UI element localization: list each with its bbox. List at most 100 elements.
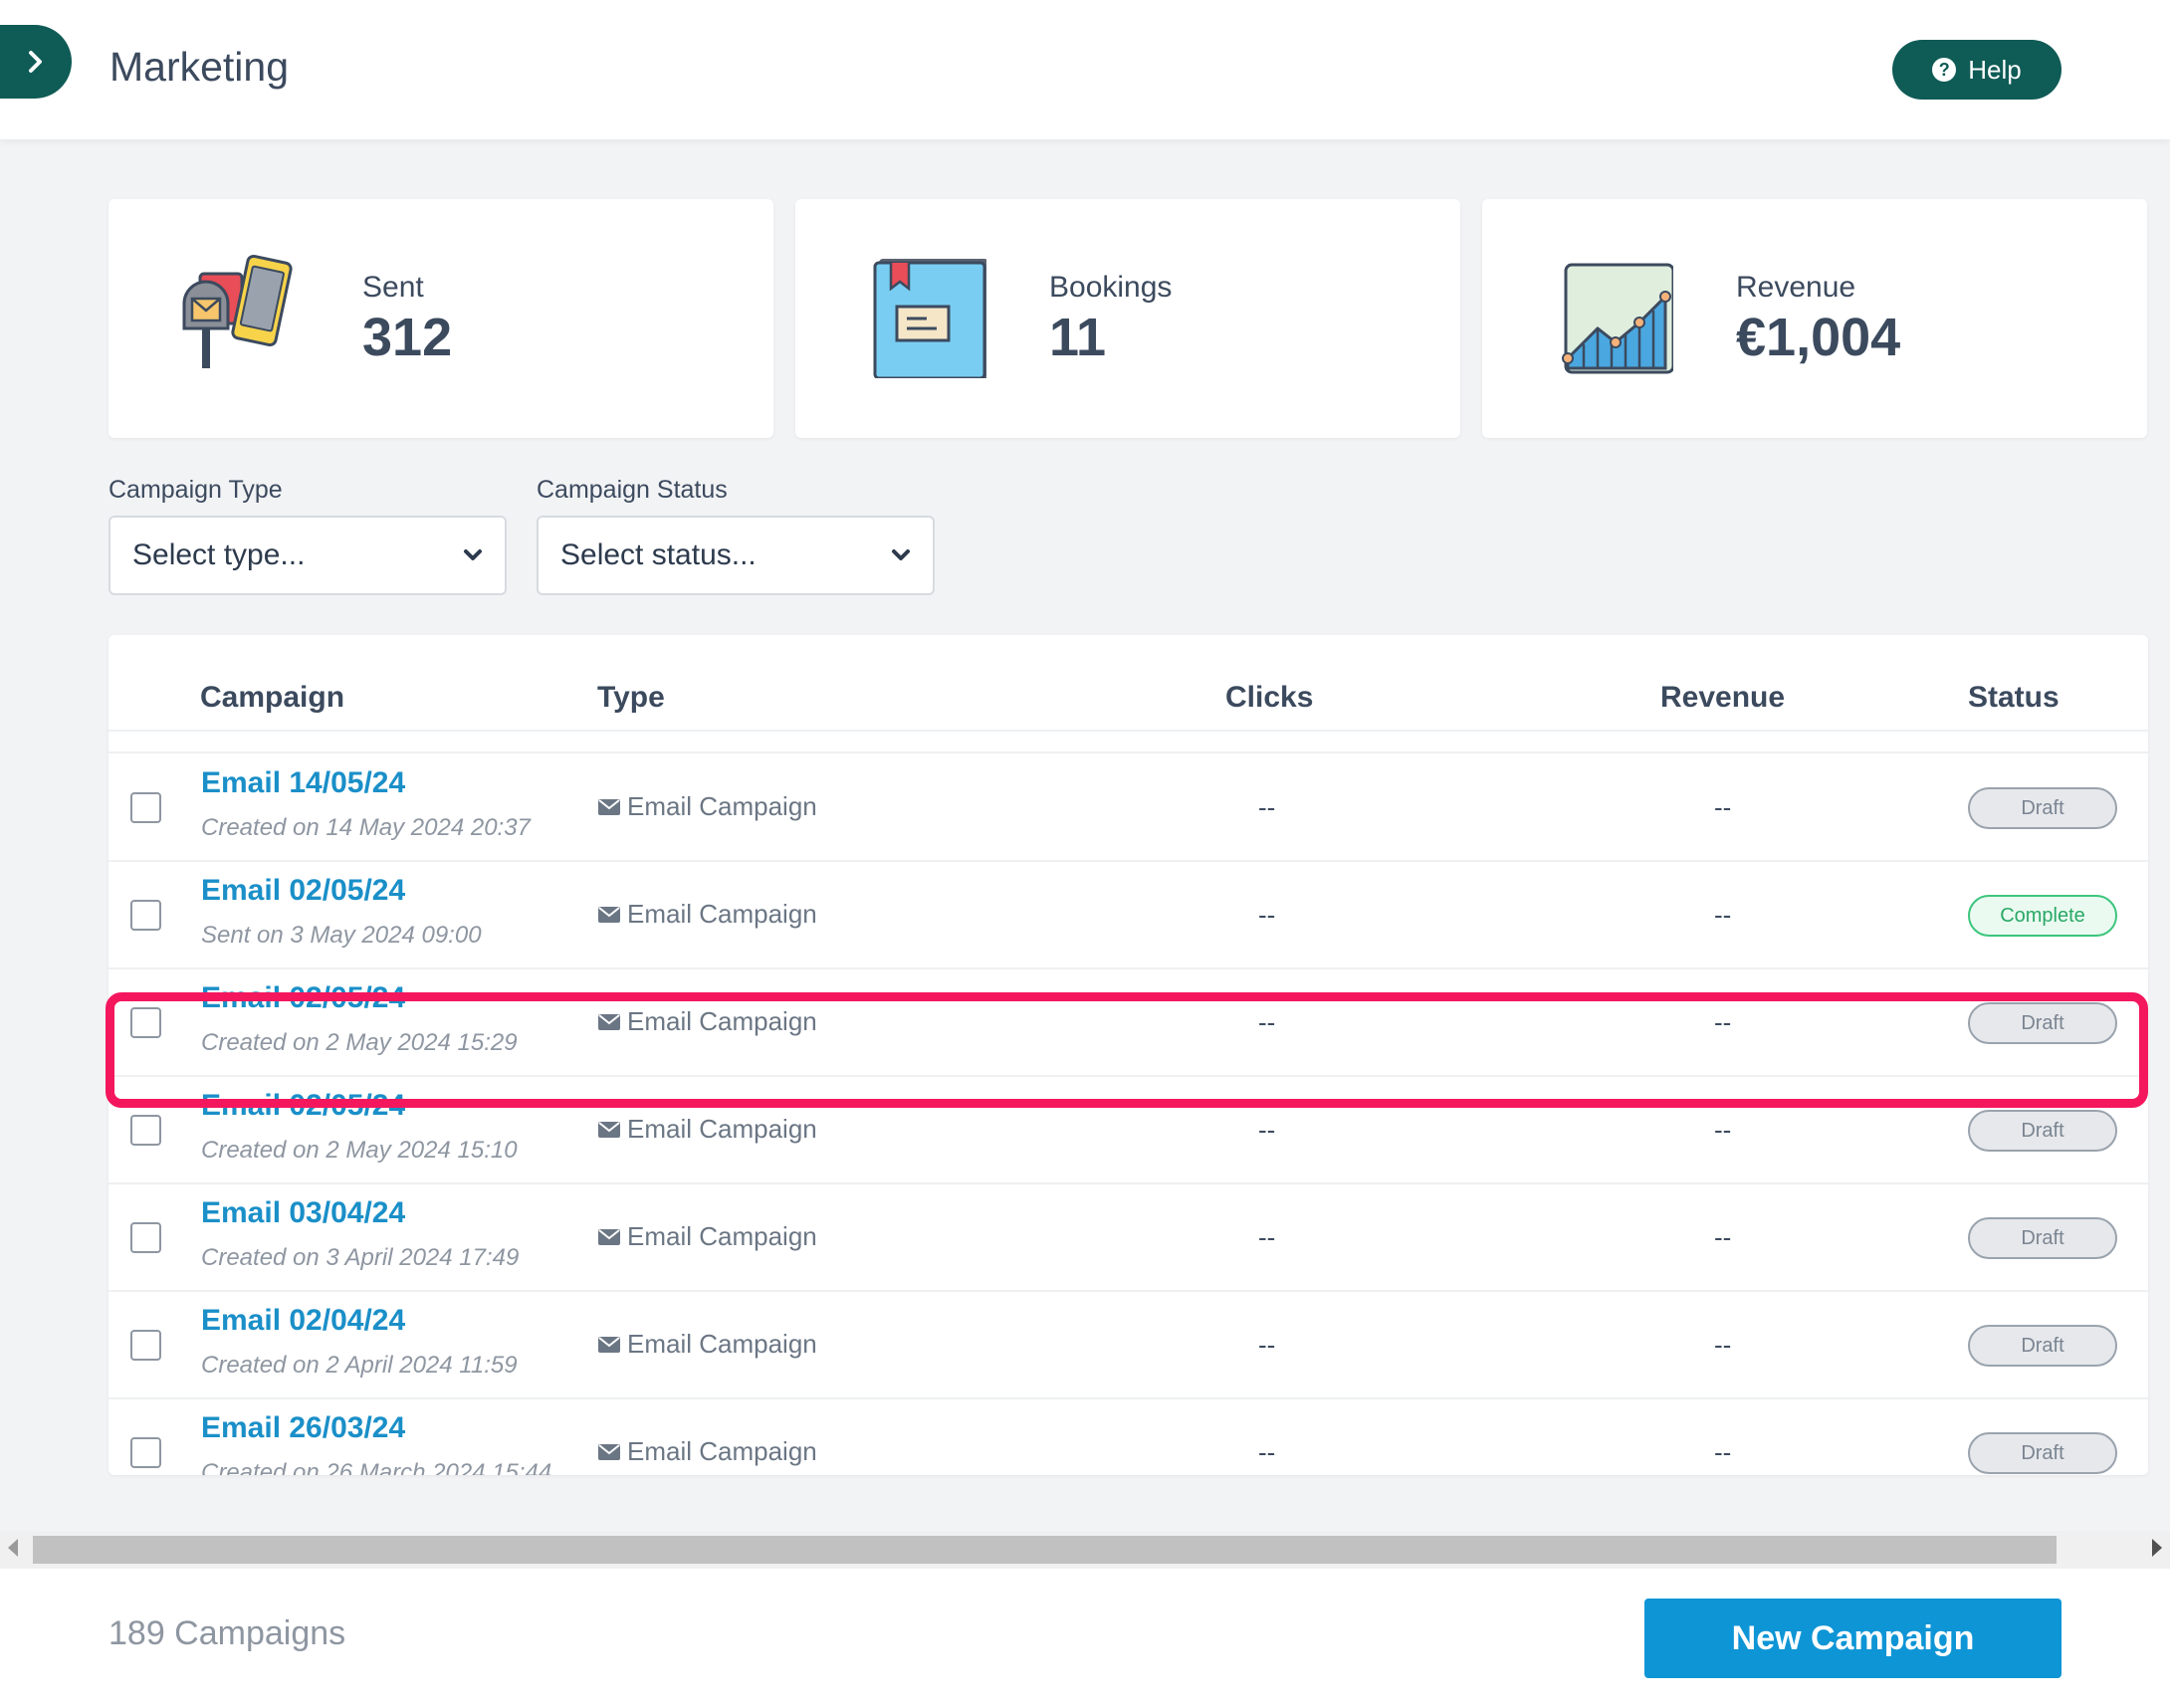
revenue-chart-icon: [1562, 263, 1673, 374]
mailbox-phone-icon: [182, 254, 293, 368]
campaign-type-text: Email Campaign: [627, 791, 817, 821]
table-row[interactable]: Email 03/04/24 Created on 3 April 2024 17…: [108, 1184, 2148, 1292]
column-header-type[interactable]: Type: [597, 681, 665, 715]
campaign-date: Created on 3 April 2024 17:49: [201, 1244, 520, 1271]
campaign-clicks: --: [1258, 792, 1276, 822]
campaign-date: Sent on 3 May 2024 09:00: [201, 922, 482, 949]
campaign-type: Email Campaign: [597, 1006, 817, 1037]
row-checkbox[interactable]: [130, 1330, 161, 1361]
campaign-clicks: --: [1258, 900, 1276, 930]
campaign-name-link[interactable]: Email 02/05/24: [201, 1089, 405, 1123]
campaign-name-link[interactable]: Email 03/04/24: [201, 1196, 405, 1230]
campaign-type: Email Campaign: [597, 1114, 817, 1145]
campaign-clicks: --: [1258, 1115, 1276, 1145]
booking-book-icon: [873, 259, 986, 378]
campaign-type: Email Campaign: [597, 899, 817, 930]
help-button-label: Help: [1968, 54, 2022, 85]
scrollbar-thumb[interactable]: [33, 1536, 2057, 1564]
campaign-type-label: Campaign Type: [108, 476, 283, 504]
campaign-name-link[interactable]: Email 02/05/24: [201, 874, 405, 908]
page-title: Marketing: [109, 44, 290, 90]
row-checkbox[interactable]: [130, 792, 161, 823]
main-content: Sent 312 Bookings 11 Revenue €1,004 Camp…: [0, 139, 2170, 1569]
envelope-icon: [598, 1336, 620, 1353]
campaign-type: Email Campaign: [597, 1329, 817, 1360]
header-divider: [108, 751, 2148, 753]
campaign-status-value: Select status...: [560, 538, 757, 571]
campaign-type: Email Campaign: [597, 1221, 817, 1252]
scroll-left-arrow-icon[interactable]: [8, 1539, 18, 1557]
chevron-down-icon: [464, 549, 482, 560]
envelope-icon: [598, 798, 620, 815]
campaign-status-select[interactable]: Select status...: [537, 516, 935, 595]
table-row[interactable]: Email 02/05/24 Created on 2 May 2024 15:1…: [108, 1077, 2148, 1184]
column-header-revenue[interactable]: Revenue: [1660, 681, 1785, 715]
table-row[interactable]: Email 02/05/24 Created on 2 May 2024 15:2…: [108, 969, 2148, 1077]
campaign-type-text: Email Campaign: [627, 1006, 817, 1036]
table-row[interactable]: Email 02/04/24 Created on 2 April 2024 11…: [108, 1292, 2148, 1399]
campaign-type-text: Email Campaign: [627, 1329, 817, 1359]
campaign-type-text: Email Campaign: [627, 1221, 817, 1251]
campaign-type: Email Campaign: [597, 1436, 817, 1467]
table-row[interactable]: Email 02/05/24 Sent on 3 May 2024 09:00 Em…: [108, 862, 2148, 969]
campaign-name-link[interactable]: Email 14/05/24: [201, 766, 405, 800]
campaign-name-link[interactable]: Email 26/03/24: [201, 1411, 405, 1445]
sidebar-toggle-button[interactable]: [0, 25, 72, 99]
campaign-revenue: --: [1714, 1437, 1732, 1467]
row-checkbox[interactable]: [130, 1115, 161, 1146]
envelope-icon: [598, 906, 620, 923]
stat-label: Bookings: [1049, 271, 1173, 304]
campaign-status-label: Campaign Status: [537, 476, 728, 504]
row-checkbox[interactable]: [130, 900, 161, 931]
status-badge: Draft: [1968, 1217, 2117, 1259]
header-divider: [108, 730, 2148, 732]
campaign-date: Created on 2 April 2024 11:59: [201, 1352, 518, 1379]
campaign-revenue: --: [1714, 792, 1732, 822]
scroll-right-arrow-icon[interactable]: [2152, 1539, 2162, 1557]
stat-label: Revenue: [1736, 271, 1856, 304]
campaign-count: 189 Campaigns: [108, 1614, 346, 1652]
campaign-clicks: --: [1258, 1007, 1276, 1037]
campaign-date: Created on 14 May 2024 20:37: [201, 814, 531, 841]
horizontal-scrollbar[interactable]: [0, 1531, 2170, 1569]
stat-label: Sent: [362, 271, 424, 304]
stat-value: €1,004: [1736, 308, 1901, 367]
campaign-revenue: --: [1714, 1222, 1732, 1252]
status-badge: Draft: [1968, 1325, 2117, 1367]
campaign-type-value: Select type...: [132, 538, 306, 571]
row-checkbox[interactable]: [130, 1222, 161, 1253]
campaign-type-text: Email Campaign: [627, 1114, 817, 1144]
status-badge: Complete: [1968, 895, 2117, 937]
status-badge: Draft: [1968, 1110, 2117, 1152]
envelope-icon: [598, 1013, 620, 1030]
campaign-date: Created on 2 May 2024 15:10: [201, 1137, 518, 1164]
envelope-icon: [598, 1228, 620, 1245]
page-footer: 189 Campaigns New Campaign: [0, 1569, 2170, 1708]
campaign-date: Created on 26 March 2024 15:44: [201, 1459, 552, 1475]
status-badge: Draft: [1968, 1432, 2117, 1474]
status-badge: Draft: [1968, 1002, 2117, 1044]
stat-card-sent: Sent 312: [108, 199, 773, 438]
column-header-campaign[interactable]: Campaign: [200, 681, 344, 715]
row-checkbox[interactable]: [130, 1437, 161, 1468]
table-row[interactable]: Email 14/05/24 Created on 14 May 2024 20:…: [108, 754, 2148, 862]
stat-value: 312: [362, 308, 453, 367]
stat-card-revenue: Revenue €1,004: [1482, 199, 2147, 438]
column-header-clicks[interactable]: Clicks: [1225, 681, 1313, 715]
column-header-status[interactable]: Status: [1968, 681, 2060, 715]
help-button[interactable]: ? Help: [1892, 40, 2062, 100]
row-checkbox[interactable]: [130, 1007, 161, 1038]
campaign-revenue: --: [1714, 900, 1732, 930]
new-campaign-button[interactable]: New Campaign: [1644, 1599, 2062, 1678]
chevron-down-icon: [892, 549, 910, 560]
campaign-clicks: --: [1258, 1222, 1276, 1252]
campaign-type-select[interactable]: Select type...: [108, 516, 507, 595]
campaign-name-link[interactable]: Email 02/04/24: [201, 1304, 405, 1338]
stat-value: 11: [1049, 308, 1107, 367]
stat-card-bookings: Bookings 11: [795, 199, 1460, 438]
campaign-type-text: Email Campaign: [627, 1436, 817, 1466]
table-row[interactable]: Email 26/03/24 Created on 26 March 2024 1…: [108, 1399, 2148, 1475]
campaign-revenue: --: [1714, 1007, 1732, 1037]
campaign-name-link[interactable]: Email 02/05/24: [201, 981, 405, 1015]
campaign-type-text: Email Campaign: [627, 899, 817, 929]
